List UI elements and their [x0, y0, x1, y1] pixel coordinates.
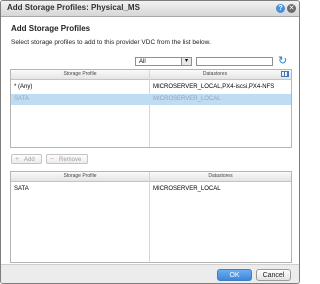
- datastores-cell: MICROSERVER_LOCAL,PX4-iscsi,PX4-NFS: [153, 84, 275, 90]
- plus-icon: +: [15, 156, 20, 163]
- remove-button[interactable]: − Remove: [46, 154, 88, 164]
- dialog-footer: OK Cancel: [1, 264, 299, 283]
- available-profiles-grid: Storage Profile Datastores * (Any) MICRO…: [10, 69, 292, 148]
- section-title: Add Storage Profiles: [11, 24, 91, 33]
- refresh-icon[interactable]: ↻: [278, 55, 287, 67]
- column-header-storage-profile[interactable]: Storage Profile: [11, 70, 149, 79]
- datastores-cell: MICROSERVER_LOCAL: [153, 186, 221, 192]
- profile-cell: * (Any): [14, 84, 33, 90]
- minus-icon: −: [50, 156, 55, 163]
- filter-dropdown[interactable]: All ▾: [135, 57, 192, 66]
- table-row-selected[interactable]: SATA MICROSERVER_LOCAL: [11, 94, 291, 105]
- grid-header: Storage Profile Datastores: [11, 70, 291, 80]
- add-button-label: Add: [24, 157, 35, 163]
- datastores-cell: MICROSERVER_LOCAL: [153, 96, 221, 102]
- table-row[interactable]: SATA MICROSERVER_LOCAL: [11, 184, 291, 195]
- search-input[interactable]: [196, 57, 273, 66]
- remove-button-label: Remove: [59, 157, 82, 163]
- column-chooser-icon[interactable]: [281, 71, 289, 77]
- instruction-text: Select storage profiles to add to this p…: [11, 39, 211, 46]
- profile-cell: SATA: [14, 96, 29, 102]
- table-row[interactable]: * (Any) MICROSERVER_LOCAL,PX4-iscsi,PX4-…: [11, 82, 291, 93]
- grid-header: Storage Profile Datastores: [11, 172, 291, 182]
- dialog-titlebar[interactable]: Add Storage Profiles: Physical_MS ? ✕: [1, 1, 299, 17]
- cancel-button[interactable]: Cancel: [256, 269, 291, 281]
- chevron-down-icon: ▾: [181, 58, 191, 65]
- close-icon[interactable]: ✕: [287, 4, 296, 13]
- column-header-datastores[interactable]: Datastores: [150, 172, 291, 181]
- add-storage-profiles-dialog: Add Storage Profiles: Physical_MS ? ✕ Ad…: [0, 0, 300, 284]
- selected-profiles-grid: Storage Profile Datastores SATA MICROSER…: [10, 171, 292, 263]
- dialog-title: Add Storage Profiles: Physical_MS: [7, 3, 140, 12]
- profile-cell: SATA: [14, 186, 29, 192]
- column-header-storage-profile[interactable]: Storage Profile: [11, 172, 149, 181]
- add-button[interactable]: + Add: [11, 154, 42, 164]
- column-header-datastores[interactable]: Datastores: [150, 70, 280, 79]
- filter-selected-value: All: [139, 59, 146, 65]
- help-icon[interactable]: ?: [276, 4, 285, 13]
- ok-button[interactable]: OK: [217, 269, 252, 281]
